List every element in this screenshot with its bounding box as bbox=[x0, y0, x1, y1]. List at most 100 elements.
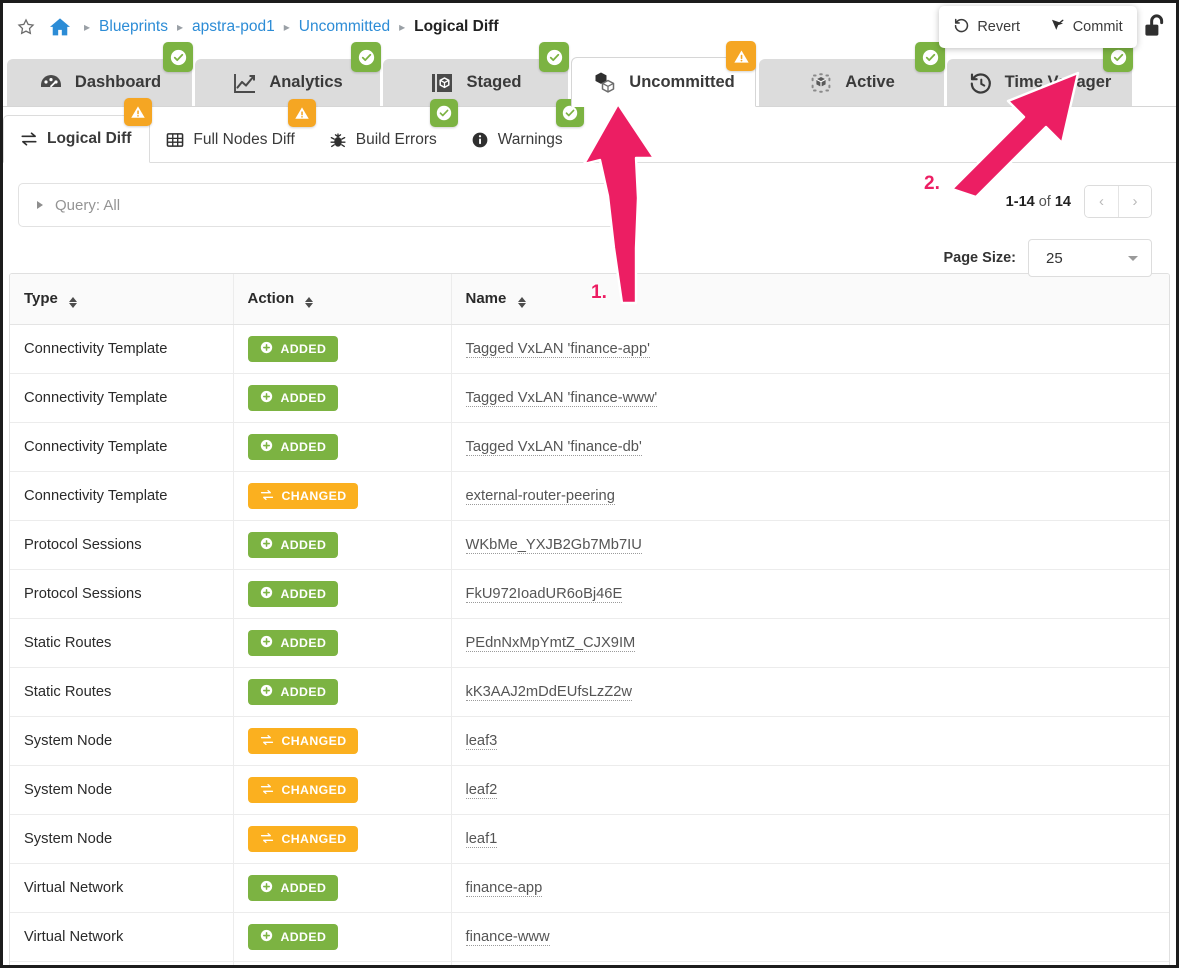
subtab-label: Logical Diff bbox=[47, 130, 131, 148]
primary-tab-strip: Dashboard Analytics bbox=[3, 51, 1176, 107]
name-link[interactable]: kK3AAJ2mDdEUfsLzZ2w bbox=[466, 684, 633, 701]
tab-time-voyager[interactable]: Time Voyager bbox=[947, 59, 1132, 106]
cell-action: ADDED bbox=[233, 619, 451, 668]
action-label: CHANGED bbox=[282, 489, 347, 503]
revert-button[interactable]: Revert bbox=[947, 13, 1026, 42]
next-page-button[interactable]: › bbox=[1118, 186, 1151, 217]
bug-icon bbox=[329, 131, 347, 149]
table-row: System NodeCHANGEDleaf1 bbox=[10, 815, 1169, 864]
name-link[interactable]: external-router-peering bbox=[466, 488, 615, 505]
cell-name: Tagged VxLAN 'finance-www' bbox=[451, 374, 1169, 423]
subtab-full-nodes-diff[interactable]: Full Nodes Diff bbox=[150, 117, 312, 162]
cell-action: ADDED bbox=[233, 668, 451, 717]
tab-dashboard[interactable]: Dashboard bbox=[7, 59, 192, 106]
status-badge-ok bbox=[539, 42, 569, 72]
cell-type: Connectivity Template bbox=[10, 423, 233, 472]
pagination: 1-14 of 14 ‹ › bbox=[1006, 185, 1152, 218]
tab-analytics[interactable]: Analytics bbox=[195, 59, 380, 106]
cell-type: Connectivity Template bbox=[10, 325, 233, 374]
cell-name: leaf2 bbox=[451, 766, 1169, 815]
history-icon bbox=[968, 70, 994, 96]
cell-name: FkU972IoadUR6oBj46E bbox=[451, 570, 1169, 619]
breadcrumb-item-blueprints[interactable]: Blueprints bbox=[99, 18, 168, 36]
cell-type: Connectivity Template bbox=[10, 374, 233, 423]
breadcrumb-item-logical-diff: Logical Diff bbox=[414, 18, 498, 36]
column-header-action[interactable]: Action bbox=[233, 274, 451, 325]
column-header-label: Name bbox=[466, 290, 507, 307]
subtab-warnings[interactable]: Warnings bbox=[455, 117, 581, 162]
action-badge-added: ADDED bbox=[248, 385, 339, 411]
action-badge-changed: CHANGED bbox=[248, 728, 359, 754]
sort-icon[interactable] bbox=[69, 297, 77, 308]
subtab-build-errors[interactable]: Build Errors bbox=[313, 117, 455, 162]
cell-name: PEdnNxMpYmtZ_CJX9IM bbox=[451, 619, 1169, 668]
gauge-icon bbox=[38, 70, 64, 96]
plus-circle-icon bbox=[260, 929, 273, 945]
table-row: System Node CHANGED leaf3 bbox=[10, 717, 1169, 766]
table-row: Connectivity Template ADDED Tagged VxLAN '… bbox=[10, 374, 1169, 423]
query-input[interactable]: Query: All bbox=[18, 183, 615, 227]
tab-active[interactable]: Active bbox=[759, 59, 944, 106]
cell-type: System Node bbox=[10, 815, 233, 864]
name-link[interactable]: leaf2 bbox=[466, 782, 498, 799]
home-icon[interactable] bbox=[49, 17, 71, 37]
name-link[interactable]: finance-www bbox=[466, 929, 550, 946]
column-header-name[interactable]: Name bbox=[451, 274, 1169, 325]
commit-toolbar: Revert Commit bbox=[939, 6, 1137, 48]
table-row: System NodeCHANGEDleaf2 bbox=[10, 766, 1169, 815]
tab-staged[interactable]: Staged bbox=[383, 59, 568, 106]
name-link[interactable]: Tagged VxLAN 'finance-app' bbox=[466, 341, 650, 358]
subtab-label: Warnings bbox=[498, 131, 563, 149]
tab-label: Analytics bbox=[269, 73, 342, 92]
diff-table: Type Action Name Connectivity Template AD… bbox=[9, 273, 1170, 968]
action-badge-changed: CHANGED bbox=[248, 483, 359, 509]
expand-triangle-icon[interactable] bbox=[37, 201, 43, 209]
table-body: Connectivity Template ADDED Tagged VxLAN '… bbox=[10, 325, 1169, 968]
sort-icon[interactable] bbox=[518, 297, 526, 308]
commit-button[interactable]: Commit bbox=[1043, 13, 1129, 42]
name-link[interactable]: WKbMe_YXJB2Gb7Mb7IU bbox=[466, 537, 642, 554]
pagination-total: 14 bbox=[1055, 194, 1071, 210]
action-label: ADDED bbox=[281, 636, 327, 650]
action-label: ADDED bbox=[281, 881, 327, 895]
plus-circle-icon bbox=[260, 341, 273, 357]
action-label: ADDED bbox=[281, 538, 327, 552]
pagination-summary: 1-14 of 14 bbox=[1006, 194, 1071, 210]
tab-uncommitted[interactable]: Uncommitted bbox=[571, 57, 756, 107]
secondary-tab-strip: Logical Diff Full Nodes Diff bbox=[3, 107, 1176, 163]
action-label: ADDED bbox=[281, 587, 327, 601]
annotation-label-2: 2. bbox=[924, 173, 940, 195]
breadcrumb-item-apstra-pod1[interactable]: apstra-pod1 bbox=[192, 18, 275, 36]
name-link[interactable]: leaf1 bbox=[466, 831, 498, 848]
column-header-label: Action bbox=[248, 290, 295, 307]
page-size-label: Page Size: bbox=[943, 250, 1016, 266]
table-row: Connectivity TemplateCHANGEDexternal-rou… bbox=[10, 472, 1169, 521]
name-link[interactable]: FkU972IoadUR6oBj46E bbox=[466, 586, 623, 603]
exchange-icon bbox=[20, 130, 38, 148]
page-size-select[interactable]: 25 bbox=[1028, 239, 1152, 277]
cell-action: ADDED bbox=[233, 374, 451, 423]
pagination-buttons: ‹ › bbox=[1084, 185, 1152, 218]
action-label: ADDED bbox=[281, 342, 327, 356]
favorite-star-icon[interactable] bbox=[17, 18, 35, 36]
cell-action: ADDED bbox=[233, 913, 451, 962]
table-row: Virtual NetworkADDEDfinance-db bbox=[10, 962, 1169, 968]
sort-icon[interactable] bbox=[305, 297, 313, 308]
name-link[interactable]: leaf3 bbox=[466, 733, 498, 750]
column-header-type[interactable]: Type bbox=[10, 274, 233, 325]
name-link[interactable]: finance-app bbox=[466, 880, 543, 897]
pagination-range: 1-14 bbox=[1006, 194, 1035, 210]
cell-action: ADDED bbox=[233, 570, 451, 619]
unlock-icon[interactable] bbox=[1143, 13, 1168, 45]
breadcrumb-item-uncommitted[interactable]: Uncommitted bbox=[299, 18, 390, 36]
name-link[interactable]: Tagged VxLAN 'finance-db' bbox=[466, 439, 642, 456]
prev-page-button[interactable]: ‹ bbox=[1085, 186, 1118, 217]
tab-label: Dashboard bbox=[75, 73, 161, 92]
breadcrumb-separator: ▸ bbox=[176, 21, 184, 33]
subtab-logical-diff[interactable]: Logical Diff bbox=[3, 115, 150, 163]
cell-type: System Node bbox=[10, 717, 233, 766]
name-link[interactable]: Tagged VxLAN 'finance-www' bbox=[466, 390, 658, 407]
name-link[interactable]: PEdnNxMpYmtZ_CJX9IM bbox=[466, 635, 636, 652]
table-row: Connectivity TemplateADDEDTagged VxLAN '… bbox=[10, 423, 1169, 472]
cell-name: finance-db bbox=[451, 962, 1169, 968]
